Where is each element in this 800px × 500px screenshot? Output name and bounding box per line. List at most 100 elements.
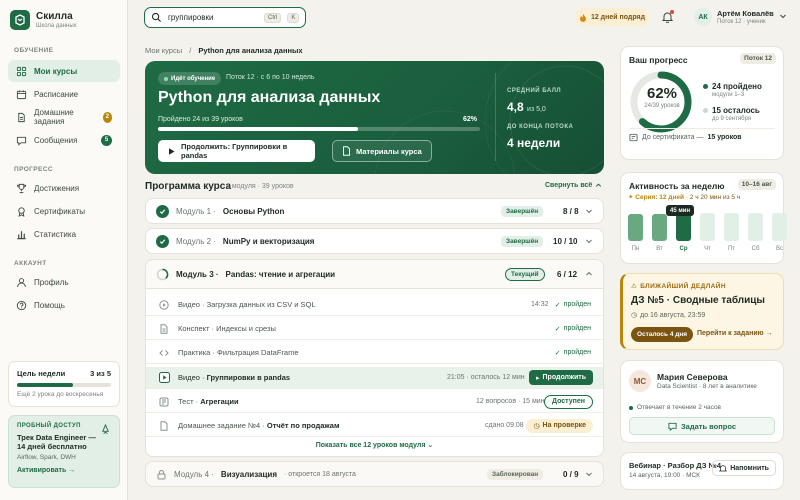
legend-dot-done <box>703 84 708 89</box>
activity-range: 10–16 авг <box>737 179 776 190</box>
chevron-down-icon[interactable] <box>585 470 593 478</box>
section-account: АККАУНТ <box>14 260 47 267</box>
sidebar-item-label: Расписание <box>34 89 79 99</box>
activity-bar-Вт[interactable] <box>652 214 667 241</box>
materials-label: Материалы курса <box>356 146 422 156</box>
lesson-row[interactable]: Конспект · Индексы и срезы ✓ пройден <box>146 318 603 340</box>
activate-trial-link[interactable]: Активировать → <box>17 467 111 474</box>
chevron-down-icon[interactable] <box>779 12 787 20</box>
legend-left-sub: до 9 сентября <box>712 116 752 122</box>
module-row-1[interactable]: Модуль 1 · Основы Python Завершён 8 / 8 <box>145 198 604 224</box>
lesson-row[interactable]: Видео · Загрузка данных из CSV и SQL 14:… <box>146 294 603 316</box>
status-badge: Завершён <box>501 206 544 217</box>
trial-sub: Airflow, Spark, DWH <box>17 454 76 461</box>
legend-done-sub: модули 1–3 <box>712 92 745 98</box>
activity-day-label: Сб <box>751 246 760 252</box>
lesson-type: Практика · <box>178 348 215 357</box>
pill-label: Идёт обучение <box>171 75 216 82</box>
search-box[interactable]: Ctrl K <box>144 7 306 28</box>
mentor-avatar[interactable]: МС <box>629 370 651 392</box>
divider <box>629 128 775 129</box>
user-role: Поток 12 · ученик <box>717 19 766 25</box>
partial-progress-icon <box>156 268 169 281</box>
sidebar-item-messages[interactable]: Сообщения 5 <box>8 129 120 151</box>
avatar[interactable]: АК <box>694 8 712 26</box>
search-input[interactable] <box>168 13 258 22</box>
lesson-row[interactable]: Практика · Фильтрация DataFrame ✓ пройден <box>146 342 603 364</box>
chevron-up-icon[interactable] <box>585 270 593 278</box>
sidebar-item-schedule[interactable]: Расписание <box>8 83 120 105</box>
module-name: Основы Python <box>222 206 285 216</box>
activity-bar-Пт[interactable] <box>724 213 739 241</box>
streak-badge[interactable]: 12 дней подряд <box>575 8 649 26</box>
module-number: Модуль 4 · <box>174 469 214 479</box>
lesson-name: Загрузка данных из CSV и SQL <box>206 300 316 309</box>
available-button[interactable]: Доступен <box>544 394 593 409</box>
lesson-type: Домашнее задание №4 · <box>178 421 265 430</box>
activity-tooltip: 45 мин <box>666 205 695 216</box>
mentor-response-time: Отвечает в течение 2 часов <box>629 404 721 411</box>
user-name[interactable]: Артём Ковалёв <box>717 9 774 18</box>
sidebar-item-label: Профиль <box>34 277 69 287</box>
sidebar-item-homework[interactable]: Домашние задания 2 <box>8 106 120 128</box>
lesson-name: Фильтрация DataFrame <box>217 348 299 357</box>
hero-progress-pct: 62% <box>463 116 478 123</box>
continue-button[interactable]: ▸ Продолжить <box>529 370 593 385</box>
lesson-row[interactable]: Домашнее задание №4 · Отчёт по продажам … <box>146 415 603 437</box>
module-row-3[interactable]: Модуль 3 · Pandas: чтение и агрегации Те… <box>146 260 603 289</box>
activity-bar-Пн[interactable] <box>628 214 643 241</box>
activity-streak: ✦ Серия: 12 дней · 2 ч 20 мин из 5 ч <box>628 193 740 201</box>
lesson-name: Группировки в pandas <box>206 373 291 382</box>
sidebar-item-achievements[interactable]: Достижения <box>8 177 120 199</box>
sidebar-item-help[interactable]: Помощь <box>8 294 120 316</box>
quiz-icon <box>158 396 170 408</box>
deadline-title: ДЗ №5 · Сводные таблицы <box>631 295 765 306</box>
module-score: 6 / 12 <box>557 270 578 279</box>
lesson-status-label: пройден <box>563 325 591 332</box>
chevron-down-icon[interactable] <box>585 237 593 245</box>
activity-bar-Чт[interactable] <box>700 213 715 241</box>
hero-progress-fill <box>158 127 358 131</box>
lesson-row[interactable]: Тест · Агрегации 12 вопросов · 15 мин До… <box>146 391 603 413</box>
module-name: Визуализация <box>220 469 278 479</box>
collapse-all-button[interactable]: Свернуть всё <box>545 182 602 189</box>
brand[interactable]: Скилла Школа данных <box>10 10 77 30</box>
activity-bar-Вс[interactable] <box>772 213 787 241</box>
streak-post: · 2 ч 20 мин из 5 ч <box>685 194 741 201</box>
webinar-time: 14 августа, 19:00 · МСК <box>629 472 700 479</box>
certificate-icon <box>16 206 27 217</box>
go-to-task-link[interactable]: Перейти к заданию → <box>697 330 773 337</box>
sidebar-item-profile[interactable]: Профиль <box>8 271 120 293</box>
hero-divider <box>495 73 496 161</box>
check-icon: ✓ <box>554 301 561 309</box>
lesson-row-current[interactable]: Видео · Группировки в pandas 21:05 · ост… <box>146 367 603 389</box>
fire-icon <box>579 13 587 22</box>
status-badge: Текущий <box>505 268 545 281</box>
sidebar-item-statistics[interactable]: Статистика <box>8 223 120 245</box>
goal-progress-fill <box>17 383 74 387</box>
activity-bar-Сб[interactable] <box>748 213 763 241</box>
lesson-status-label: пройден <box>563 301 591 308</box>
course-materials-button[interactable]: Материалы курса <box>332 140 432 162</box>
goal-value: 3 из 5 <box>90 369 111 378</box>
module-score: 8 / 8 <box>563 207 579 216</box>
breadcrumb-root[interactable]: Мои курсы <box>145 46 182 55</box>
remind-button[interactable]: Напомнить <box>712 460 776 476</box>
sidebar-item-certificates[interactable]: Сертификаты <box>8 200 120 222</box>
time-left-badge: Осталось 4 дня <box>631 327 694 342</box>
sidebar-item-my-courses[interactable]: Мои курсы <box>8 60 120 82</box>
lesson-type: Тест · <box>178 397 199 406</box>
mentor-name[interactable]: Мария Северова <box>657 372 728 382</box>
chevron-down-icon[interactable] <box>585 207 593 215</box>
trial-title: Трек Data Engineer — 14 дней бесплатно <box>17 433 96 451</box>
breadcrumb: Мои курсы / Python для анализа данных <box>145 46 303 55</box>
activity-bar-Ср[interactable] <box>676 214 691 241</box>
show-all-lessons-link[interactable]: Показать все 12 уроков модуля ⌄ <box>146 441 603 449</box>
lesson-duration: 21:05 · осталось 12 мин <box>447 374 525 381</box>
calendar-icon <box>16 89 27 100</box>
module-row-4[interactable]: Модуль 4 · Визуализация · откроется 18 а… <box>145 461 604 487</box>
continue-lesson-button[interactable]: Продолжить: Группировки в pandas <box>158 140 315 162</box>
module-row-2[interactable]: Модуль 2 · NumPy и векторизация Завершён… <box>145 228 604 254</box>
ask-question-button[interactable]: Задать вопрос <box>629 417 775 435</box>
chevron-down-icon: ⌄ <box>427 442 434 449</box>
